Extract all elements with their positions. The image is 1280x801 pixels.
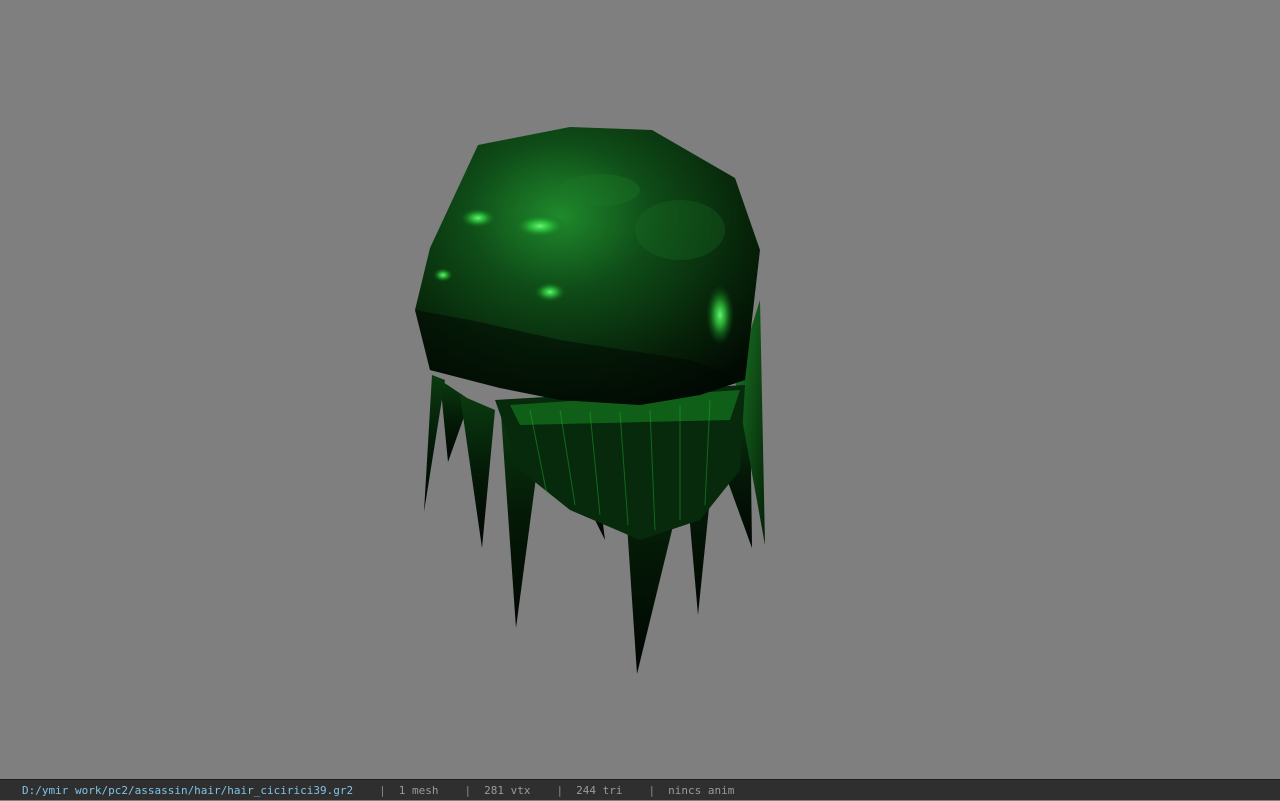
vertex-count-label: 281 vtx xyxy=(484,783,531,797)
triangle-count-label: 244 tri xyxy=(576,783,623,797)
animation-status-label: nincs anim xyxy=(668,783,735,797)
status-bar: D:/ymir work/pc2/assassin/hair/hair_cici… xyxy=(0,779,1280,800)
separator: | xyxy=(379,783,386,797)
3d-viewport[interactable] xyxy=(0,0,1280,779)
separator: | xyxy=(556,783,564,797)
hair-cap xyxy=(415,127,760,405)
hair-mesh-icon xyxy=(415,127,765,674)
separator: | xyxy=(464,783,472,797)
mesh-count-label: 1 mesh xyxy=(398,783,439,797)
separator: | xyxy=(648,783,656,797)
file-path-label: D:/ymir work/pc2/assassin/hair/hair_cici… xyxy=(22,783,354,797)
